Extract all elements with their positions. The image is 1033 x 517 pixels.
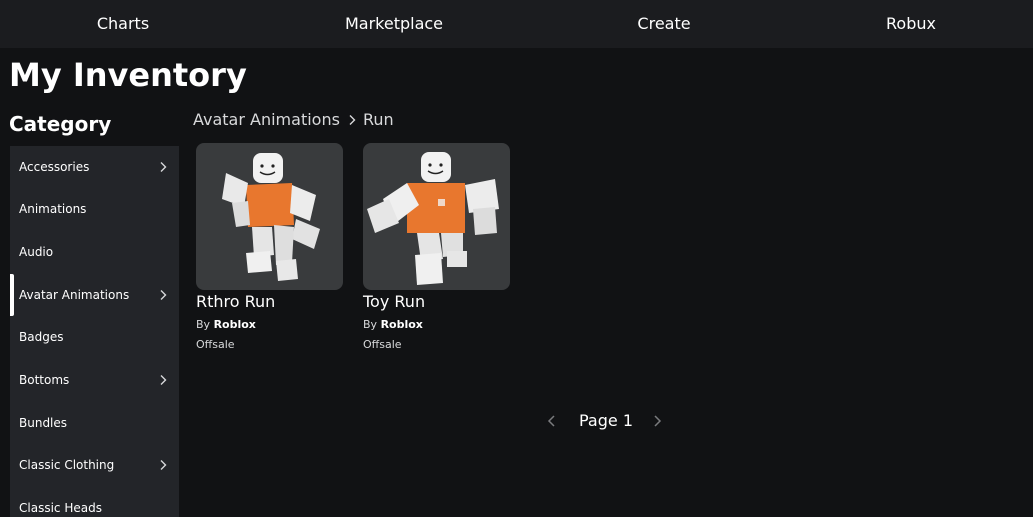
nav-charts-link[interactable]: Charts [97,0,149,48]
item-card-rthro-run[interactable]: Rthro Run By Roblox Offsale [196,143,343,351]
breadcrumb-current: Run [362,110,394,129]
page-number-label: Page 1 [579,411,633,430]
chevron-right-icon [160,162,167,172]
item-price-status: Offsale [363,338,402,351]
item-price-status: Offsale [196,338,235,351]
sidebar-item-label: Animations [19,202,87,216]
sidebar-item-animations[interactable]: Animations [10,188,179,230]
breadcrumb-parent-link[interactable]: Avatar Animations [193,108,340,132]
sidebar-item-label: Audio [19,245,54,259]
sidebar-item-label: Bundles [19,416,68,430]
chevron-left-icon[interactable] [545,414,559,428]
category-sidebar: Accessories Animations Audio Avatar Anim… [10,146,179,517]
sidebar-item-classic-heads[interactable]: Classic Heads [10,487,179,517]
chevron-right-icon[interactable] [650,414,664,428]
avatar-thumbnail-image [222,153,320,281]
category-heading: Category [9,112,112,136]
nav-robux-link[interactable]: Robux [886,0,936,48]
item-card-toy-run[interactable]: Toy Run By Roblox Offsale [363,143,510,351]
sidebar-item-label: Avatar Animations [19,288,130,302]
top-navigation-bar: Charts Marketplace Create Robux [0,0,1033,48]
sidebar-item-accessories[interactable]: Accessories [10,146,179,188]
creator-link[interactable]: Roblox [214,318,256,331]
sidebar-item-label: Badges [19,330,64,344]
breadcrumb: Avatar Animations Run [193,108,394,132]
creator-prefix: By [363,318,378,331]
sidebar-item-bundles[interactable]: Bundles [10,402,179,444]
item-creator: By Roblox [363,318,510,331]
sidebar-item-bottoms[interactable]: Bottoms [10,359,179,401]
sidebar-item-label: Classic Clothing [19,458,115,472]
sidebar-item-badges[interactable]: Badges [10,316,179,358]
item-creator: By Roblox [196,318,343,331]
sidebar-item-label: Bottoms [19,373,70,387]
pagination: Page 1 [540,408,670,434]
chevron-right-icon [349,115,356,125]
item-thumbnail[interactable] [196,143,343,290]
item-thumbnail[interactable] [363,143,510,290]
creator-prefix: By [196,318,211,331]
creator-link[interactable]: Roblox [381,318,423,331]
chevron-right-icon [160,290,167,300]
avatar-thumbnail-image [367,152,499,285]
sidebar-item-label: Accessories [19,160,90,174]
chevron-right-icon [160,375,167,385]
page-title: My Inventory [9,56,247,94]
sidebar-item-audio[interactable]: Audio [10,231,179,273]
nav-create-link[interactable]: Create [637,0,690,48]
sidebar-item-avatar-animations[interactable]: Avatar Animations [10,274,179,316]
item-name[interactable]: Toy Run [363,292,510,312]
sidebar-item-classic-clothing[interactable]: Classic Clothing [10,444,179,486]
sidebar-item-label: Classic Heads [19,501,102,515]
item-name[interactable]: Rthro Run [196,292,343,312]
nav-marketplace-link[interactable]: Marketplace [345,0,443,48]
chevron-right-icon [160,460,167,470]
